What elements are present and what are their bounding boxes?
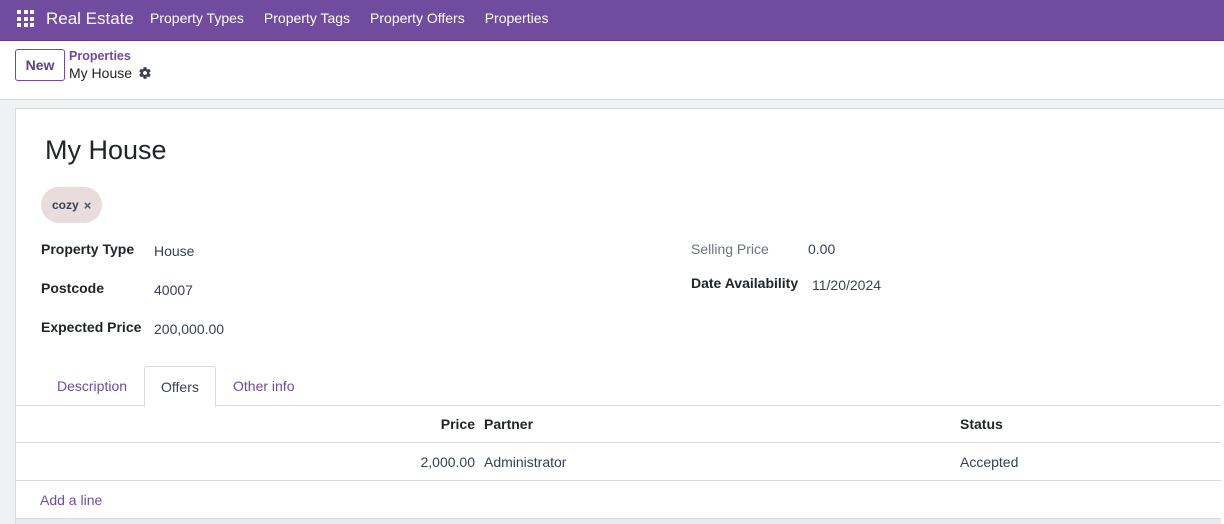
date-availability-label: Date Availability [691, 275, 799, 291]
record-title[interactable]: My House [45, 135, 167, 166]
menu-property-types[interactable]: Property Types [150, 10, 244, 27]
expected-price-label: Expected Price [41, 319, 142, 335]
column-header-status[interactable]: Status [960, 405, 1003, 443]
apps-grid-icon[interactable] [17, 10, 34, 27]
notebook-tabs: Description Offers Other info [16, 366, 1221, 407]
property-type-label: Property Type [41, 241, 135, 257]
property-type-field[interactable]: House [154, 243, 194, 259]
offers-list-header: Price Partner Status [16, 405, 1221, 443]
table-row[interactable]: 2,000.00 Administrator Accepted [16, 443, 1221, 481]
expected-price-field[interactable]: 200,000.00 [154, 321, 224, 337]
tag-pill[interactable]: cozy × [41, 187, 103, 223]
main-menu: Property Types Property Tags Property Of… [150, 10, 569, 27]
breadcrumb-current: My House [69, 65, 133, 81]
close-icon[interactable]: × [84, 198, 92, 213]
new-button[interactable]: New [15, 49, 65, 81]
postcode-label: Postcode [41, 280, 105, 296]
tab-other-info[interactable]: Other info [217, 366, 310, 406]
menu-property-tags[interactable]: Property Tags [264, 10, 350, 27]
app-brand[interactable]: Real Estate [46, 9, 134, 29]
selling-price-label: Selling Price [691, 241, 769, 257]
add-line-link[interactable]: Add a line [40, 481, 102, 519]
control-panel: New Properties My House [0, 41, 1224, 100]
cell-status: Accepted [960, 454, 1019, 470]
cell-price: 2,000.00 [420, 454, 476, 470]
menu-property-offers[interactable]: Property Offers [370, 10, 465, 27]
list-footer [16, 519, 1221, 524]
tag-label: cozy [52, 198, 79, 212]
breadcrumb-properties[interactable]: Properties [69, 49, 131, 63]
top-navbar: Real Estate Property Types Property Tags… [0, 0, 1224, 41]
tab-offers[interactable]: Offers [144, 366, 216, 407]
gear-icon[interactable] [138, 66, 152, 80]
column-header-partner[interactable]: Partner [484, 405, 533, 443]
date-availability-field[interactable]: 11/20/2024 [812, 277, 881, 293]
menu-properties[interactable]: Properties [485, 10, 549, 27]
add-line-row: Add a line [16, 481, 1221, 519]
cell-partner: Administrator [484, 454, 567, 470]
form-sheet: My House cozy × Property Type House Post… [15, 108, 1224, 524]
selling-price-value: 0.00 [808, 241, 836, 257]
tab-description[interactable]: Description [41, 366, 143, 406]
postcode-field[interactable]: 40007 [154, 282, 193, 298]
column-header-price[interactable]: Price [16, 405, 475, 443]
